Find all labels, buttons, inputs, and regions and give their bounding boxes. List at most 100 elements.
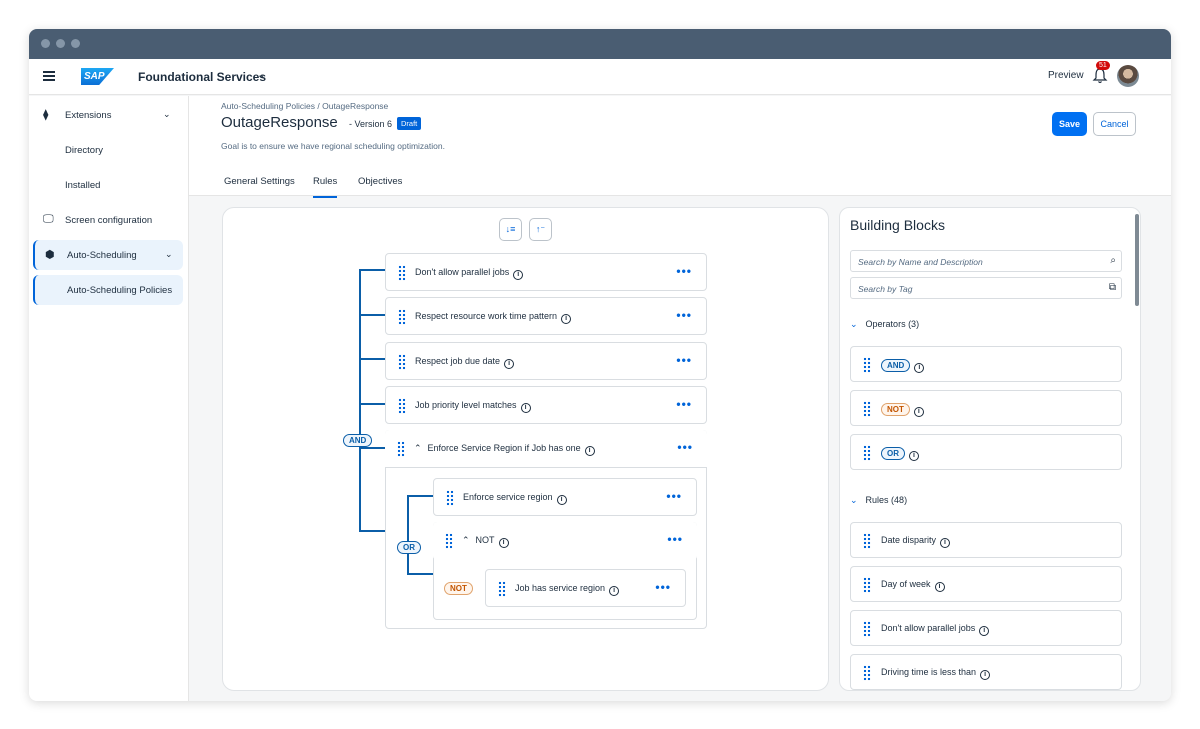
scrollbar[interactable] <box>1135 214 1139 306</box>
drag-handle-icon[interactable] <box>863 533 871 549</box>
chevron-down-icon[interactable]: ⌄ <box>163 109 171 120</box>
drag-handle-icon[interactable] <box>398 354 406 370</box>
more-options-icon[interactable]: ••• <box>667 532 683 546</box>
window-minimize-dot[interactable] <box>56 39 65 48</box>
drag-handle-icon[interactable] <box>863 401 871 417</box>
info-icon[interactable]: i <box>980 670 991 680</box>
tab-general-settings[interactable]: General Settings <box>224 176 295 187</box>
drag-handle-icon[interactable] <box>398 309 406 325</box>
drag-handle-icon[interactable] <box>863 445 871 461</box>
connector-branch <box>359 447 385 449</box>
tag-search-input[interactable]: Search by Tag ⧉ <box>850 277 1122 299</box>
search-input[interactable]: Search by Name and Description ⌕ <box>850 250 1122 272</box>
tab-objectives[interactable]: Objectives <box>358 176 402 187</box>
rule-card[interactable]: Respect resource work time pattern i ••• <box>385 297 707 335</box>
info-icon[interactable]: i <box>561 314 572 324</box>
chevron-down-icon[interactable]: ⌄ <box>165 249 173 260</box>
info-icon[interactable]: i <box>914 363 925 373</box>
sidebar-item-extensions[interactable]: ⧫ Extensions ⌄ <box>33 100 183 130</box>
chevron-up-icon[interactable]: ⌃ <box>462 535 470 545</box>
sap-logo[interactable]: SAP <box>81 68 114 85</box>
more-options-icon[interactable]: ••• <box>676 264 692 278</box>
chevron-down-icon[interactable]: ⌄ <box>850 319 858 329</box>
info-icon[interactable]: i <box>513 270 524 280</box>
drag-handle-icon[interactable] <box>446 490 454 506</box>
operator-block[interactable]: OR i <box>850 434 1122 470</box>
info-icon[interactable]: i <box>556 495 567 505</box>
drag-handle-icon[interactable] <box>863 357 871 373</box>
rule-block[interactable]: Driving time is less than i <box>850 654 1122 690</box>
info-icon[interactable]: i <box>498 538 509 548</box>
drag-handle-icon[interactable] <box>398 398 406 414</box>
not-operator-pill[interactable]: NOT <box>444 582 473 595</box>
sidebar-item-label: Auto-Scheduling <box>67 250 137 261</box>
more-options-icon[interactable]: ••• <box>666 489 682 503</box>
sidebar-item-directory[interactable]: Directory <box>33 135 183 165</box>
rule-block[interactable]: Don't allow parallel jobs i <box>850 610 1122 646</box>
value-help-icon[interactable]: ⧉ <box>1109 282 1116 293</box>
info-icon[interactable]: i <box>504 359 515 369</box>
and-operator-pill[interactable]: AND <box>343 434 373 447</box>
avatar[interactable] <box>1117 65 1139 87</box>
info-icon[interactable]: i <box>940 538 951 548</box>
cancel-button[interactable]: Cancel <box>1093 112 1136 136</box>
chevron-down-icon[interactable]: ⌄ <box>257 70 265 81</box>
operator-block[interactable]: AND i <box>850 346 1122 382</box>
save-button[interactable]: Save <box>1052 112 1087 136</box>
not-group[interactable]: ⌃ NOT i ••• NOT Job has service region i ••… <box>433 522 697 620</box>
rule-label: Respect job due date <box>415 356 501 366</box>
menu-icon[interactable] <box>43 71 55 81</box>
info-icon[interactable]: i <box>609 586 620 596</box>
chevron-down-icon[interactable]: ⌄ <box>850 495 858 505</box>
drag-handle-icon[interactable] <box>445 533 453 549</box>
rule-group[interactable]: ⌃ Enforce Service Region if Job has one i … <box>385 430 707 629</box>
info-icon[interactable]: i <box>979 626 990 636</box>
sort-down-icon[interactable]: ↓≡ <box>499 218 522 241</box>
rule-label: Enforce service region <box>463 492 553 502</box>
rule-group-header[interactable]: ⌃ NOT i ••• <box>433 522 697 560</box>
rule-card[interactable]: Job has service region i ••• <box>485 569 686 607</box>
rule-block[interactable]: Date disparity i <box>850 522 1122 558</box>
rules-section-header[interactable]: ⌄ Rules (48) <box>850 495 907 506</box>
operators-section-header[interactable]: ⌄ Operators (3) <box>850 319 919 330</box>
sidebar-item-label: Installed <box>65 180 101 191</box>
drag-handle-icon[interactable] <box>498 581 506 597</box>
operator-block[interactable]: NOT i <box>850 390 1122 426</box>
window-maximize-dot[interactable] <box>71 39 80 48</box>
sort-up-icon[interactable]: ↑⁻ <box>529 218 552 241</box>
sidebar-item-auto-scheduling[interactable]: ⬢ Auto-Scheduling ⌄ <box>33 240 183 270</box>
sidebar-item-screen-configuration[interactable]: 🖵 Screen configuration <box>33 205 183 235</box>
more-options-icon[interactable]: ••• <box>676 397 692 411</box>
more-options-icon[interactable]: ••• <box>677 440 693 454</box>
preview-link[interactable]: Preview <box>1048 70 1084 81</box>
tab-rules[interactable]: Rules <box>313 176 338 198</box>
info-icon[interactable]: i <box>584 446 595 456</box>
rule-card[interactable]: Don't allow parallel jobs i ••• <box>385 253 707 291</box>
sidebar-item-installed[interactable]: Installed <box>33 170 183 200</box>
drag-handle-icon[interactable] <box>863 577 871 593</box>
rule-block[interactable]: Day of week i <box>850 566 1122 602</box>
drag-handle-icon[interactable] <box>397 441 405 457</box>
more-options-icon[interactable]: ••• <box>676 353 692 367</box>
info-icon[interactable]: i <box>913 407 924 417</box>
rule-card[interactable]: Job priority level matches i ••• <box>385 386 707 424</box>
app-window: SAP Foundational Services ⌄ Preview 51 ⧫… <box>29 29 1171 701</box>
product-switcher[interactable]: Foundational Services <box>138 70 266 84</box>
more-options-icon[interactable]: ••• <box>676 308 692 322</box>
drag-handle-icon[interactable] <box>863 665 871 681</box>
info-icon[interactable]: i <box>520 403 531 413</box>
more-options-icon[interactable]: ••• <box>655 580 671 594</box>
chevron-up-icon[interactable]: ⌃ <box>414 443 422 453</box>
or-operator-pill[interactable]: OR <box>397 541 421 554</box>
rule-card[interactable]: Respect job due date i ••• <box>385 342 707 380</box>
rule-card[interactable]: Enforce service region i ••• <box>433 478 697 516</box>
rule-group-header[interactable]: ⌃ Enforce Service Region if Job has one i … <box>385 430 707 468</box>
drag-handle-icon[interactable] <box>398 265 406 281</box>
sidebar-item-auto-scheduling-policies[interactable]: Auto-Scheduling Policies <box>33 275 183 305</box>
drag-handle-icon[interactable] <box>863 621 871 637</box>
breadcrumb[interactable]: Auto-Scheduling Policies / OutageRespons… <box>221 101 388 111</box>
search-icon[interactable]: ⌕ <box>1110 255 1116 266</box>
window-close-dot[interactable] <box>41 39 50 48</box>
info-icon[interactable]: i <box>909 451 919 461</box>
info-icon[interactable]: i <box>934 582 945 592</box>
